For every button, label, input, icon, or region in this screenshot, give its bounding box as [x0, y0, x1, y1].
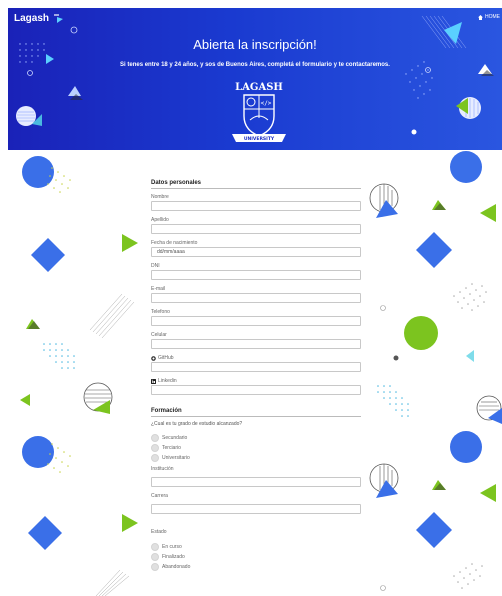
- institucion-input[interactable]: [151, 477, 361, 487]
- label-estado: Estado: [151, 529, 167, 535]
- home-icon: [478, 14, 483, 20]
- radio-universitario[interactable]: Universitario: [151, 453, 361, 463]
- radio-button[interactable]: [151, 454, 159, 462]
- brand-logo[interactable]: Lagash: [14, 13, 65, 24]
- radio-abandonado[interactable]: Abandonado: [151, 562, 361, 572]
- emblem-bottom-text: UNIVERSITY: [244, 136, 275, 142]
- email-input[interactable]: [151, 293, 361, 303]
- radio-button[interactable]: [151, 444, 159, 452]
- telefono-input[interactable]: [151, 316, 361, 326]
- emblem-top-text: LAGASH: [235, 82, 283, 93]
- fecha-nacimiento-input[interactable]: dd/mm/aaaa: [151, 247, 361, 257]
- university-emblem: LAGASH </> UNIVERSITY: [232, 82, 286, 142]
- label-github-text: GitHub: [158, 355, 174, 361]
- label-linkedin: Linkedin: [151, 377, 361, 385]
- radio-label: Terciario: [162, 445, 181, 451]
- education-level-question: ¿Cual es tu grado de estudio alcanzado?: [151, 421, 243, 427]
- apellido-input[interactable]: [151, 224, 361, 234]
- radio-label: Universitario: [162, 455, 190, 461]
- linkedin-icon: [151, 378, 156, 384]
- label-institucion: Institución: [151, 466, 174, 472]
- label-telefono: Telefono: [151, 309, 170, 315]
- github-icon: [151, 355, 156, 361]
- home-link-label: HOME: [485, 14, 500, 20]
- label-linkedin-text: Linkedin: [158, 378, 177, 384]
- brand-mark-icon: [54, 13, 64, 23]
- hero-banner: Lagash HOME Abierta la inscripción! Si t…: [8, 8, 502, 150]
- github-input[interactable]: [151, 362, 361, 372]
- nombre-input[interactable]: [151, 201, 361, 211]
- radio-button[interactable]: [151, 434, 159, 442]
- radio-label: Secundario: [162, 435, 188, 441]
- registration-form: Datos personales Nombre Apellido Fecha d…: [151, 180, 361, 572]
- radio-terciario[interactable]: Terciario: [151, 443, 361, 453]
- radio-en-curso[interactable]: En curso: [151, 542, 361, 552]
- label-dni: DNI: [151, 263, 160, 269]
- celular-input[interactable]: [151, 339, 361, 349]
- label-apellido: Apellido: [151, 217, 169, 223]
- section-title-personal: Datos personales: [151, 180, 361, 189]
- label-carrera: Carrera: [151, 493, 168, 499]
- radio-label: Finalizado: [162, 554, 185, 560]
- label-fecha-nacimiento: Fecha de nacimiento: [151, 240, 198, 246]
- label-celular: Celular: [151, 332, 167, 338]
- radio-button[interactable]: [151, 553, 159, 561]
- radio-secundario[interactable]: Secundario: [151, 433, 361, 443]
- radio-button[interactable]: [151, 563, 159, 571]
- label-github: GitHub: [151, 354, 361, 362]
- carrera-input[interactable]: [151, 504, 361, 514]
- dni-input[interactable]: [151, 270, 361, 280]
- page-title: Abierta la inscripción!: [193, 37, 317, 52]
- linkedin-input[interactable]: [151, 385, 361, 395]
- radio-finalizado[interactable]: Finalizado: [151, 552, 361, 562]
- brand-name: Lagash: [14, 13, 50, 24]
- svg-text:</>: </>: [261, 100, 272, 107]
- page-subtitle: Si tenes entre 18 y 24 años, y sos de Bu…: [120, 62, 390, 68]
- radio-label: Abandonado: [162, 564, 191, 570]
- radio-label: En curso: [162, 544, 182, 550]
- radio-button[interactable]: [151, 543, 159, 551]
- section-title-education: Formación: [151, 408, 361, 417]
- home-link[interactable]: HOME: [478, 14, 500, 20]
- label-email: E-mail: [151, 286, 166, 292]
- label-nombre: Nombre: [151, 194, 169, 200]
